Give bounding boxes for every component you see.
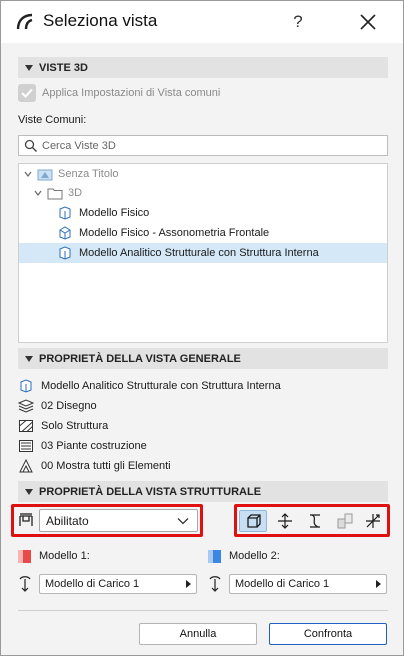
info-text: Modello Analitico Strutturale con Strutt… — [41, 380, 281, 392]
section-header-structural-view[interactable]: PROPRIETÀ DELLA VISTA STRUTTURALE — [18, 481, 388, 502]
dialog-window: Seleziona vista ? VISTE 3D Applica Impos… — [0, 0, 404, 656]
tree-item-folder-3d[interactable]: 3D — [19, 183, 387, 203]
checkbox-label: Applica Impostazioni di Vista comuni — [42, 87, 221, 99]
floor-plan-icon — [18, 438, 34, 454]
tree-item-label: Modello Fisico - Assonometria Frontale — [79, 227, 270, 239]
axes-icon — [366, 514, 380, 528]
tree-item-view-selected[interactable]: Modello Analitico Strutturale con Strutt… — [19, 243, 387, 263]
info-text: 00 Mostra tutti gli Elementi — [41, 460, 171, 472]
info-text: 02 Disegno — [41, 400, 97, 412]
section-title: VISTE 3D — [39, 61, 88, 74]
model-1-color-swatch — [18, 549, 31, 563]
load-case-icon — [209, 576, 221, 592]
views-tree[interactable]: Senza Titolo 3D Modello Fisico Modello F… — [18, 163, 388, 343]
dropdown-value: Abilitato — [46, 513, 89, 528]
model-2-color-swatch — [208, 549, 221, 563]
cancel-button[interactable]: Annulla — [139, 623, 257, 645]
tree-item-label: 3D — [68, 187, 83, 199]
info-row-floor-plan: 03 Piante costruzione — [18, 436, 147, 456]
window-title: Seleziona vista — [43, 11, 158, 30]
project-icon — [37, 169, 53, 181]
collapse-triangle-icon — [25, 488, 33, 495]
model-1-label-row: Modello 1: — [18, 547, 90, 565]
tree-item-label: Modello Fisico — [79, 207, 150, 219]
search-input[interactable] — [42, 139, 382, 152]
structural-mode-dropdown[interactable]: Abilitato — [39, 509, 198, 532]
select-value: Modello di Carico 1 — [235, 578, 330, 590]
tree-item-view[interactable]: Modello Fisico — [19, 203, 387, 223]
view-cube-icon — [18, 378, 34, 394]
search-icon — [24, 139, 37, 152]
chevron-down-icon — [177, 518, 189, 525]
compare-models-icon — [337, 513, 353, 529]
footer-divider — [18, 610, 388, 611]
tool-button-analytical-model[interactable] — [239, 510, 267, 532]
search-field[interactable] — [18, 135, 388, 156]
model-1-label: Modello 1: — [39, 550, 90, 562]
chevron-down-icon — [34, 190, 42, 196]
triangle-right-icon — [186, 580, 191, 588]
info-text: 03 Piante costruzione — [41, 440, 147, 452]
close-icon[interactable] — [353, 9, 381, 35]
app-logo-icon — [16, 13, 33, 30]
tree-item-label: Modello Analitico Strutturale con Strutt… — [79, 247, 319, 259]
title-bar: Seleziona vista ? — [1, 1, 403, 43]
view-cube-icon — [59, 246, 71, 260]
info-row-layers: 02 Disegno — [18, 396, 97, 416]
help-button[interactable]: ? — [286, 9, 310, 35]
info-text: Solo Struttura — [41, 420, 109, 432]
section-header-3d-views[interactable]: VISTE 3D — [18, 57, 388, 78]
model-2-label-row: Modello 2: — [208, 547, 280, 565]
tree-item-root[interactable]: Senza Titolo — [19, 164, 387, 184]
structural-display-icon — [19, 513, 33, 526]
layers-icon — [18, 398, 34, 414]
tool-button-compare-models[interactable] — [331, 510, 359, 532]
tree-item-view[interactable]: Modello Fisico - Assonometria Frontale — [19, 223, 387, 243]
tool-button-loads[interactable] — [301, 510, 329, 532]
elements-icon — [18, 458, 34, 474]
common-settings-checkbox[interactable] — [18, 84, 36, 102]
tool-button-supports[interactable] — [271, 510, 299, 532]
collapse-triangle-icon — [25, 355, 33, 362]
view-cube-icon — [59, 226, 71, 240]
model-2-label: Modello 2: — [229, 550, 280, 562]
support-arrows-icon — [278, 513, 292, 529]
section-title: PROPRIETÀ DELLA VISTA STRUTTURALE — [39, 485, 262, 498]
chevron-down-icon — [24, 171, 32, 177]
model-1-load-select[interactable]: Modello di Carico 1 — [39, 574, 197, 594]
compare-button[interactable]: Confronta — [269, 623, 387, 645]
load-case-icon — [19, 576, 31, 592]
triangle-right-icon — [376, 580, 381, 588]
model-2-load-select[interactable]: Modello di Carico 1 — [229, 574, 387, 594]
section-header-general-view[interactable]: PROPRIETÀ DELLA VISTA GENERALE — [18, 348, 388, 369]
info-row-view: Modello Analitico Strutturale con Strutt… — [18, 376, 281, 396]
collapse-triangle-icon — [25, 64, 33, 71]
info-row-elements: 00 Mostra tutti gli Elementi — [18, 456, 171, 476]
common-views-label: Viste Comuni: — [18, 114, 87, 126]
load-curve-icon — [310, 514, 320, 528]
analytical-model-icon — [247, 514, 261, 528]
tool-button-axes[interactable] — [359, 510, 387, 532]
view-cube-icon — [59, 206, 71, 220]
folder-icon — [47, 188, 63, 199]
common-settings-checkbox-row: Applica Impostazioni di Vista comuni — [18, 83, 220, 103]
info-row-structure: Solo Struttura — [18, 416, 108, 436]
checkmark-icon — [21, 88, 33, 98]
section-title: PROPRIETÀ DELLA VISTA GENERALE — [39, 352, 241, 365]
tree-item-label: Senza Titolo — [58, 168, 119, 180]
structure-hatch-icon — [18, 418, 34, 434]
select-value: Modello di Carico 1 — [45, 578, 140, 590]
